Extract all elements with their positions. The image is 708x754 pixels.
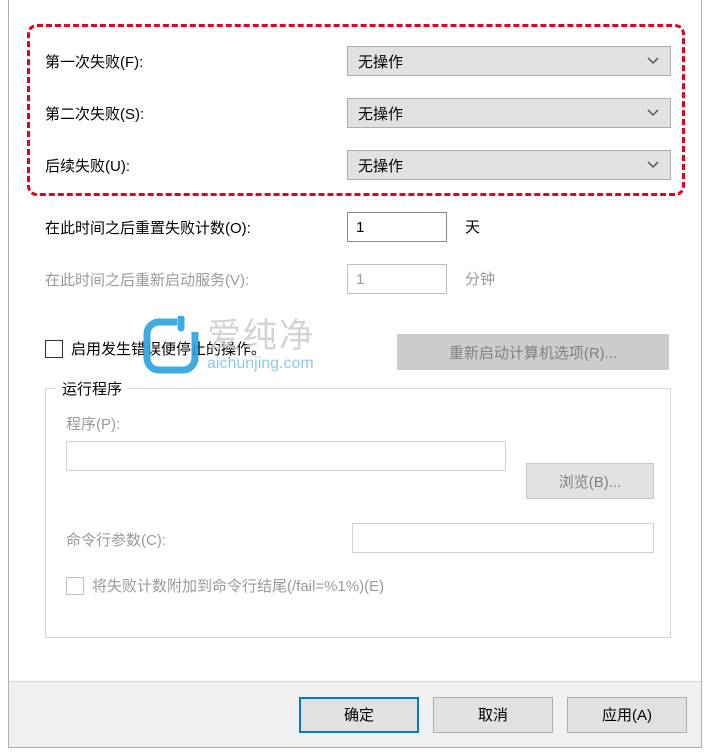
- dialog-footer: 确定 取消 应用(A): [9, 681, 701, 747]
- enable-stop-error-label: 启用发生错误便停止的操作。: [71, 338, 266, 359]
- cmdline-input: [352, 523, 654, 553]
- first-failure-row: 第一次失败(F):: [45, 46, 345, 76]
- reset-count-value: 1: [356, 219, 364, 236]
- apply-button-label: 应用(A): [602, 704, 652, 725]
- apply-button[interactable]: 应用(A): [567, 697, 687, 733]
- reset-count-row: 在此时间之后重置失败计数(O):: [45, 212, 345, 242]
- chevron-down-icon: [646, 158, 660, 172]
- run-program-title: 运行程序: [56, 378, 128, 399]
- content-area: 第一次失败(F): 无操作 第二次失败(S): 无操作 后续失败(U): 无操作: [9, 0, 701, 680]
- run-program-group: 运行程序 程序(P): 浏览(B)... 命令行参数(C): 将失败计数附加到命…: [45, 388, 671, 638]
- restart-service-unit: 分钟: [465, 268, 495, 289]
- subsequent-failure-row: 后续失败(U):: [45, 150, 345, 180]
- restart-computer-options-label: 重新启动计算机选项(R)...: [449, 342, 617, 363]
- second-failure-row: 第二次失败(S):: [45, 98, 345, 128]
- browse-button-label: 浏览(B)...: [559, 471, 622, 492]
- ok-button-label: 确定: [344, 704, 374, 725]
- reset-count-label: 在此时间之后重置失败计数(O):: [45, 217, 345, 238]
- restart-computer-options-button: 重新启动计算机选项(R)...: [397, 334, 669, 370]
- second-failure-value: 无操作: [358, 103, 403, 124]
- subsequent-failure-value: 无操作: [358, 155, 403, 176]
- second-failure-select[interactable]: 无操作: [347, 98, 671, 128]
- append-fail-row: 将失败计数附加到命令行结尾(/fail=%1%)(E): [66, 575, 384, 596]
- cancel-button-label: 取消: [478, 704, 508, 725]
- subsequent-failure-select[interactable]: 无操作: [347, 150, 671, 180]
- first-failure-label: 第一次失败(F):: [45, 51, 345, 72]
- program-input: [66, 441, 506, 471]
- first-failure-select[interactable]: 无操作: [347, 46, 671, 76]
- subsequent-failure-label: 后续失败(U):: [45, 155, 345, 176]
- cmdline-label: 命令行参数(C):: [66, 529, 166, 550]
- dialog-panel: 第一次失败(F): 无操作 第二次失败(S): 无操作 后续失败(U): 无操作: [8, 0, 702, 748]
- restart-service-input: 1: [347, 264, 447, 294]
- ok-button[interactable]: 确定: [299, 697, 419, 733]
- first-failure-value: 无操作: [358, 51, 403, 72]
- chevron-down-icon: [646, 54, 660, 68]
- enable-stop-error-row: 启用发生错误便停止的操作。: [45, 338, 266, 359]
- append-fail-label: 将失败计数附加到命令行结尾(/fail=%1%)(E): [92, 575, 384, 596]
- restart-service-value: 1: [356, 271, 364, 288]
- restart-service-row: 在此时间之后重新启动服务(V):: [45, 264, 345, 294]
- reset-count-unit: 天: [465, 216, 480, 237]
- reset-count-input[interactable]: 1: [347, 212, 447, 242]
- append-fail-checkbox: [66, 577, 84, 595]
- chevron-down-icon: [646, 106, 660, 120]
- cancel-button[interactable]: 取消: [433, 697, 553, 733]
- second-failure-label: 第二次失败(S):: [45, 103, 345, 124]
- browse-button: 浏览(B)...: [526, 463, 654, 499]
- restart-service-label: 在此时间之后重新启动服务(V):: [45, 269, 345, 290]
- program-label: 程序(P):: [66, 413, 120, 434]
- enable-stop-error-checkbox[interactable]: [45, 340, 63, 358]
